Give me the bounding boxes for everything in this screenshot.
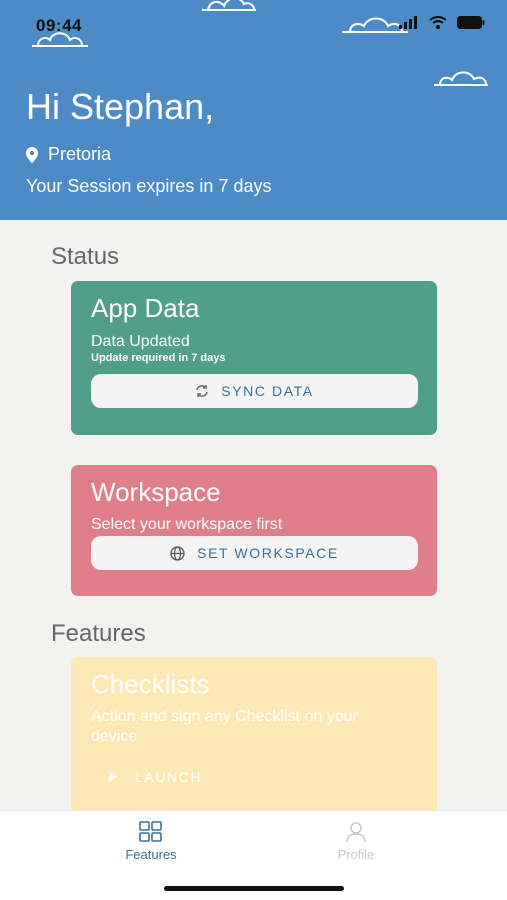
location-pin-icon: [26, 146, 38, 163]
checklists-description: Action and sign any Checklist on your de…: [91, 708, 358, 745]
location-label: Pretoria: [48, 144, 112, 164]
header: 09:44 Hi Stephan, Pretoria Your Session …: [0, 0, 507, 220]
status-bar: 09:44: [0, 0, 507, 46]
workspace-title: Workspace: [91, 477, 221, 507]
sync-data-button[interactable]: SYNC DATA: [91, 374, 418, 408]
tab-features-label: Features: [125, 847, 177, 862]
location-row: Pretoria: [26, 144, 111, 165]
set-workspace-label: SET WORKSPACE: [197, 545, 339, 561]
wifi-icon: [429, 16, 447, 29]
checklists-title: Checklists: [91, 669, 210, 699]
tab-profile-label: Profile: [337, 847, 375, 862]
status-time: 09:44: [36, 16, 82, 35]
section-title-features: Features: [51, 620, 146, 647]
app-data-title: App Data: [91, 293, 200, 323]
workspace-subtitle: Select your workspace first: [91, 516, 283, 533]
greeting: Hi Stephan,: [26, 86, 215, 127]
grid-icon: [139, 821, 162, 842]
tab-features[interactable]: Features: [91, 821, 211, 862]
section-title-status: Status: [51, 243, 120, 270]
checklists-card[interactable]: Checklists Action and sign any Checklist…: [71, 657, 437, 817]
status-icons: [399, 16, 485, 29]
session-expiry: Your Session expires in 7 days: [26, 176, 272, 196]
app-data-card: App Data Data Updated Update required in…: [71, 281, 437, 435]
app-data-subtitle: Data Updated: [91, 333, 190, 350]
tab-profile[interactable]: Profile: [296, 821, 416, 862]
cloud-icon: [434, 71, 488, 86]
globe-icon: [170, 545, 185, 561]
app-data-note: Update required in 7 days: [91, 352, 226, 364]
workspace-card: Workspace Select your workspace first SE…: [71, 465, 437, 596]
sync-data-label: SYNC DATA: [221, 383, 314, 399]
sync-icon: [196, 385, 209, 397]
signal-icon: [399, 16, 417, 29]
play-icon: [109, 772, 117, 782]
set-workspace-button[interactable]: SET WORKSPACE: [91, 536, 418, 570]
launch-button[interactable]: LAUNCH: [109, 769, 202, 785]
home-indicator: [164, 886, 344, 891]
launch-label: LAUNCH: [135, 769, 203, 785]
person-icon: [346, 822, 366, 843]
battery-icon: [457, 16, 485, 29]
